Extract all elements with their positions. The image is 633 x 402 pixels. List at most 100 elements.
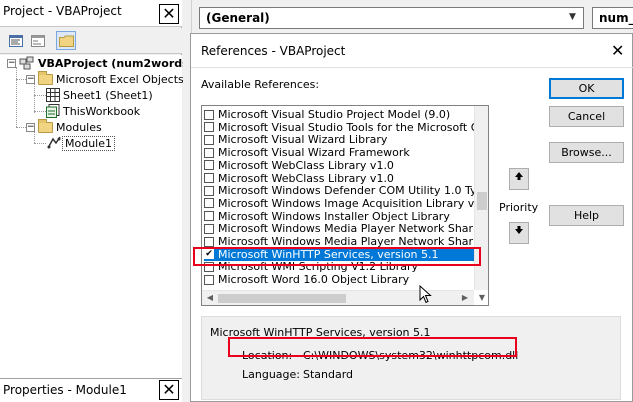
project-pane-titlebar: Project - VBAProject [0,0,182,27]
tree-item-module1[interactable]: Module1 [46,135,115,151]
project-toolbar [0,28,182,54]
reference-checkbox[interactable] [204,122,214,133]
object-combo[interactable]: (General) ▼ [199,7,584,29]
arrow-down-icon [515,226,523,234]
reference-checkbox[interactable] [204,236,214,247]
priority-label: Priority [499,201,539,214]
tree-item-vbaproject[interactable]: − VBAProject (num2words [7,55,189,71]
reference-item[interactable]: Microsoft Visual Studio Project Model (9… [204,108,474,121]
chevron-down-icon: ▼ [569,12,576,22]
scroll-down-arrow[interactable]: ▼ [475,291,488,305]
browse-button[interactable]: Browse... [549,142,624,163]
folder-open-icon [38,70,53,85]
available-references-label: Available References: [201,78,320,91]
scroll-right-arrow[interactable]: ▶ [458,291,472,305]
language-label: Language: [242,368,300,381]
tree-item-excel-objects[interactable]: − Microsoft Excel Objects [26,70,184,87]
reference-label: Microsoft Visual Wizard Library [218,133,388,147]
dialog-divider [191,67,633,68]
tree-item-modules[interactable]: − Modules [26,118,102,135]
horizontal-scroll-thumb[interactable] [218,294,346,303]
view-code-icon [9,34,23,47]
mouse-cursor-icon [419,285,432,304]
reference-checkbox[interactable] [204,223,214,234]
reference-checkbox[interactable] [204,109,214,120]
reference-label: Microsoft Windows Image Acquisition Libr… [218,196,474,210]
vertical-scroll-thumb[interactable] [477,192,487,210]
collapse-toggle[interactable]: − [26,122,35,132]
horizontal-scrollbar[interactable]: ◀ ▶ [202,290,474,305]
folder-open-icon [38,118,53,133]
reference-info-group: Microsoft WinHTTP Services, version 5.1 … [201,316,621,400]
tree-label-sheet1: Sheet1 (Sheet1) [63,88,153,102]
reference-checkbox[interactable] [204,211,214,222]
procedure-combo-value: num_t [599,11,633,25]
arrow-up-icon [515,172,523,180]
tree-label-modules: Modules [56,120,102,134]
cancel-button[interactable]: Cancel [549,106,624,127]
highlight-box-location [228,337,517,357]
toggle-folders-button[interactable] [56,31,76,50]
tree-label-vbaproject: VBAProject (num2words [38,56,189,70]
reference-item[interactable]: Microsoft Visual Wizard Framework [204,146,474,159]
project-explorer-pane: Project - VBAProject ✕ − VBAProject (num… [0,0,189,402]
project-pane-title: Project - VBAProject [3,4,122,18]
reference-label: Microsoft Windows Defender COM Utility 1… [218,184,474,198]
view-code-button[interactable] [6,31,26,50]
tree-label-excel-objects: Microsoft Excel Objects [56,72,184,86]
reference-checkbox[interactable] [204,185,214,196]
reference-checkbox[interactable] [204,274,214,285]
properties-pane-titlebar: Properties - Module1 [0,378,182,402]
code-window-header: (General) ▼ num_t [192,0,633,32]
help-button[interactable]: Help [549,205,624,226]
toggle-folders-icon [58,35,74,47]
tree-label-thisworkbook: ThisWorkbook [63,104,141,118]
project-pane-close-button[interactable]: ✕ [159,4,179,24]
vba-project-icon [19,56,34,70]
view-object-button[interactable] [28,31,48,50]
dialog-close-button[interactable]: ✕ [611,41,624,60]
reference-checkbox[interactable] [204,160,214,171]
dialog-title: References - VBAProject [201,44,346,58]
priority-up-button[interactable] [509,168,529,190]
reference-label: Microsoft Visual Wizard Framework [218,146,410,160]
module-icon [47,136,61,149]
tree-label-module1: Module1 [62,135,115,151]
reference-item[interactable]: Microsoft Visual Studio Tools for the Mi… [204,121,474,134]
reference-item[interactable]: Microsoft Windows Defender COM Utility 1… [204,184,474,197]
reference-item[interactable]: Microsoft WebClass Library v1.0 [204,159,474,172]
object-combo-value: (General) [206,11,270,25]
worksheet-icon [46,88,60,102]
highlight-box-selected-reference [193,247,481,266]
reference-checkbox[interactable] [204,134,214,145]
view-object-icon [31,34,45,47]
reference-item[interactable]: Microsoft Visual Wizard Library [204,133,474,146]
language-value: Standard [303,368,354,381]
tree-item-sheet1[interactable]: Sheet1 (Sheet1) [46,87,153,103]
reference-label: Microsoft WebClass Library v1.0 [218,171,394,185]
ok-button[interactable]: OK [549,78,624,99]
reference-item[interactable]: Microsoft Windows Media Player Network S… [204,222,474,235]
priority-down-button[interactable] [509,222,529,244]
collapse-toggle[interactable]: − [7,58,16,68]
properties-pane-close-button[interactable]: ✕ [159,380,179,400]
reference-checkbox[interactable] [204,173,214,183]
reference-label: Microsoft Visual Studio Project Model (9… [218,108,451,121]
scroll-left-arrow[interactable]: ◀ [203,291,217,305]
reference-item[interactable]: Microsoft Windows Installer Object Libra… [204,210,474,223]
properties-pane-title: Properties - Module1 [3,383,127,397]
reference-label: Microsoft Word 16.0 Object Library [218,273,410,287]
references-listbox[interactable]: Microsoft Visual Studio Project Model (9… [201,105,489,306]
reference-label: Microsoft Windows Installer Object Libra… [218,209,450,223]
project-tree: − VBAProject (num2words − Microsoft Exce… [0,55,189,378]
reference-item[interactable]: Microsoft Windows Image Acquisition Libr… [204,197,474,210]
reference-item[interactable]: Microsoft Word 16.0 Object Library [204,273,474,286]
reference-item[interactable]: Microsoft WebClass Library v1.0 [204,172,474,185]
collapse-toggle[interactable]: − [26,74,35,84]
tree-item-thisworkbook[interactable]: ThisWorkbook [46,103,140,119]
reference-label: Microsoft Visual Studio Tools for the Mi… [218,120,474,134]
reference-checkbox[interactable] [204,147,214,158]
reference-checkbox[interactable] [204,198,214,209]
workbook-icon [46,104,60,118]
procedure-combo[interactable]: num_t [592,7,633,29]
